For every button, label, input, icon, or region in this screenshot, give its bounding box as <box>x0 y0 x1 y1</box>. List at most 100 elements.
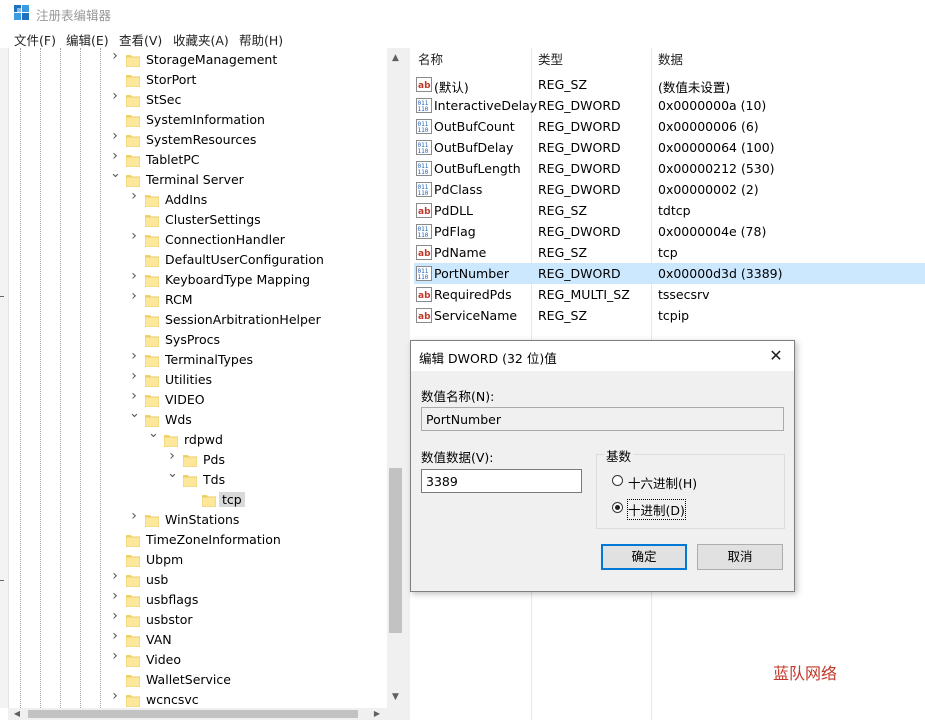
tree-node[interactable]: › AddIns <box>0 189 388 210</box>
menu-view[interactable]: 查看(V) <box>119 30 162 49</box>
chevron-right-icon[interactable]: › <box>110 589 120 603</box>
tree-node-label[interactable]: rdpwd <box>184 432 223 447</box>
list-item[interactable]: 011 110 PdClass REG_DWORD 0x00000002 (2) <box>414 179 925 200</box>
chevron-right-icon[interactable]: › <box>167 449 177 463</box>
chevron-right-icon[interactable]: › <box>110 89 120 103</box>
scroll-down-arrow-icon[interactable]: ▼ <box>387 689 404 706</box>
chevron-down-icon[interactable]: ⌄ <box>129 407 140 420</box>
list-item[interactable]: 011 110 InteractiveDelay REG_DWORD 0x0000000… <box>414 95 925 116</box>
tree-node[interactable]: ⌄ rdpwd <box>0 427 388 450</box>
tree-node-label[interactable]: StorageManagement <box>146 52 277 67</box>
column-header-type[interactable]: 类型 <box>538 48 563 72</box>
registry-tree[interactable]: › StorageManagement StorPort › StSec SystemIn… <box>0 48 404 720</box>
tree-node[interactable]: SysProcs <box>0 330 388 350</box>
tree-node[interactable]: › Pds <box>0 449 388 470</box>
tree-node[interactable]: ⌄ Wds <box>0 407 388 430</box>
radio-hexadecimal[interactable]: 十六进制(H) <box>612 473 722 492</box>
chevron-right-icon[interactable]: › <box>110 149 120 163</box>
tree-node-label[interactable]: usb <box>146 572 168 587</box>
tree-node[interactable]: › SystemResources <box>0 129 388 150</box>
tree-node[interactable]: › StSec <box>0 89 388 110</box>
chevron-down-icon[interactable]: ⌄ <box>110 167 121 180</box>
tree-node[interactable]: › usbflags <box>0 589 388 610</box>
scroll-thumb[interactable] <box>389 468 402 633</box>
tree-node[interactable]: TimeZoneInformation <box>0 530 388 550</box>
tree-node[interactable]: › TabletPC <box>0 149 388 170</box>
menu-edit[interactable]: 编辑(E) <box>66 30 109 49</box>
tree-node-label[interactable]: wcncsvc <box>146 692 199 707</box>
scroll-thumb[interactable] <box>28 710 358 718</box>
chevron-right-icon[interactable]: › <box>129 509 139 523</box>
tree-node[interactable]: › wcncsvc <box>0 689 388 710</box>
chevron-right-icon[interactable]: › <box>110 569 120 583</box>
radio-circle[interactable] <box>612 502 623 513</box>
tree-vertical-scrollbar[interactable]: ▲ ▼ <box>387 48 404 708</box>
tree-node[interactable]: SessionArbitrationHelper <box>0 310 388 330</box>
chevron-right-icon[interactable]: › <box>129 189 139 203</box>
chevron-right-icon[interactable]: › <box>110 49 120 63</box>
tree-node[interactable]: › VAN <box>0 629 388 650</box>
chevron-right-icon[interactable]: › <box>110 129 120 143</box>
tree-node[interactable]: ClusterSettings <box>0 210 388 230</box>
tree-node-label[interactable]: TabletPC <box>146 152 200 167</box>
tree-node-label[interactable]: Terminal Server <box>146 172 244 187</box>
tree-node[interactable]: ⌄ Terminal Server <box>0 167 388 190</box>
radio-circle[interactable] <box>612 475 623 486</box>
tree-node-label[interactable]: Video <box>146 652 181 667</box>
tree-node-label[interactable]: usbstor <box>146 612 193 627</box>
tree-node-label[interactable]: WalletService <box>146 672 231 687</box>
scroll-left-arrow-icon[interactable]: ◀ <box>10 708 24 720</box>
tree-node-label[interactable]: WinStations <box>165 512 239 527</box>
tree-node[interactable]: Ubpm <box>0 550 388 570</box>
tree-node-label[interactable]: Utilities <box>165 372 212 387</box>
chevron-down-icon[interactable]: ⌄ <box>167 467 178 480</box>
list-item[interactable]: ab ServiceName REG_SZ tcpip <box>414 305 925 326</box>
tree-node-label[interactable]: DefaultUserConfiguration <box>165 252 324 267</box>
tree-node-label[interactable]: usbflags <box>146 592 198 607</box>
scroll-right-arrow-icon[interactable]: ▶ <box>370 708 384 720</box>
radio-dec-label[interactable]: 十进制(D) <box>627 499 686 520</box>
tree-node-label[interactable]: SysProcs <box>165 332 220 347</box>
tree-node-label[interactable]: tcp <box>219 492 245 507</box>
list-item[interactable]: 011 110 PdFlag REG_DWORD 0x0000004e (78) <box>414 221 925 242</box>
tree-node-label[interactable]: VAN <box>146 632 172 647</box>
menu-file[interactable]: 文件(F) <box>14 30 56 49</box>
ok-button[interactable]: 确定 <box>601 544 687 570</box>
list-item[interactable]: 011 110 PortNumber REG_DWORD 0x00000d3d (338… <box>414 263 925 284</box>
list-item[interactable]: 011 110 OutBufCount REG_DWORD 0x00000006 (6) <box>414 116 925 137</box>
tree-node-label[interactable]: KeyboardType Mapping <box>165 272 310 287</box>
tree-node[interactable]: WalletService <box>0 670 388 690</box>
tree-node[interactable]: › RCM <box>0 289 388 310</box>
radio-hex-label[interactable]: 十六进制(H) <box>628 473 697 492</box>
tree-node[interactable]: › KeyboardType Mapping <box>0 269 388 290</box>
tree-node-label[interactable]: TerminalTypes <box>165 352 253 367</box>
tree-node[interactable]: tcp <box>0 490 388 510</box>
tree-node-label[interactable]: SessionArbitrationHelper <box>165 312 321 327</box>
tree-node-label[interactable]: ConnectionHandler <box>165 232 285 247</box>
cancel-button[interactable]: 取消 <box>697 544 783 570</box>
tree-node[interactable]: › StorageManagement <box>0 49 388 70</box>
menu-favorites[interactable]: 收藏夹(A) <box>173 30 229 49</box>
tree-node[interactable]: › Video <box>0 649 388 670</box>
tree-node[interactable]: › TerminalTypes <box>0 349 388 370</box>
tree-node[interactable]: › usbstor <box>0 609 388 630</box>
chevron-down-icon[interactable]: ⌄ <box>148 427 159 440</box>
tree-horizontal-scrollbar[interactable]: ◀ ▶ <box>8 708 404 720</box>
tree-node[interactable]: › Utilities <box>0 369 388 390</box>
chevron-right-icon[interactable]: › <box>110 609 120 623</box>
tree-node-label[interactable]: StorPort <box>146 72 196 87</box>
chevron-right-icon[interactable]: › <box>110 649 120 663</box>
close-icon[interactable]: ✕ <box>766 346 786 366</box>
chevron-right-icon[interactable]: › <box>129 389 139 403</box>
list-item[interactable]: ab PdName REG_SZ tcp <box>414 242 925 263</box>
chevron-right-icon[interactable]: › <box>129 369 139 383</box>
list-item[interactable]: 011 110 OutBufLength REG_DWORD 0x00000212 (5… <box>414 158 925 179</box>
chevron-right-icon[interactable]: › <box>129 289 139 303</box>
tree-node[interactable]: › ConnectionHandler <box>0 229 388 250</box>
radio-decimal[interactable]: 十进制(D) <box>612 499 722 520</box>
tree-node[interactable]: › VIDEO <box>0 389 388 410</box>
tree-node[interactable]: SystemInformation <box>0 110 388 130</box>
chevron-right-icon[interactable]: › <box>129 229 139 243</box>
column-header-name[interactable]: 名称 <box>418 48 443 72</box>
value-data-input[interactable]: 3389 <box>421 469 582 493</box>
